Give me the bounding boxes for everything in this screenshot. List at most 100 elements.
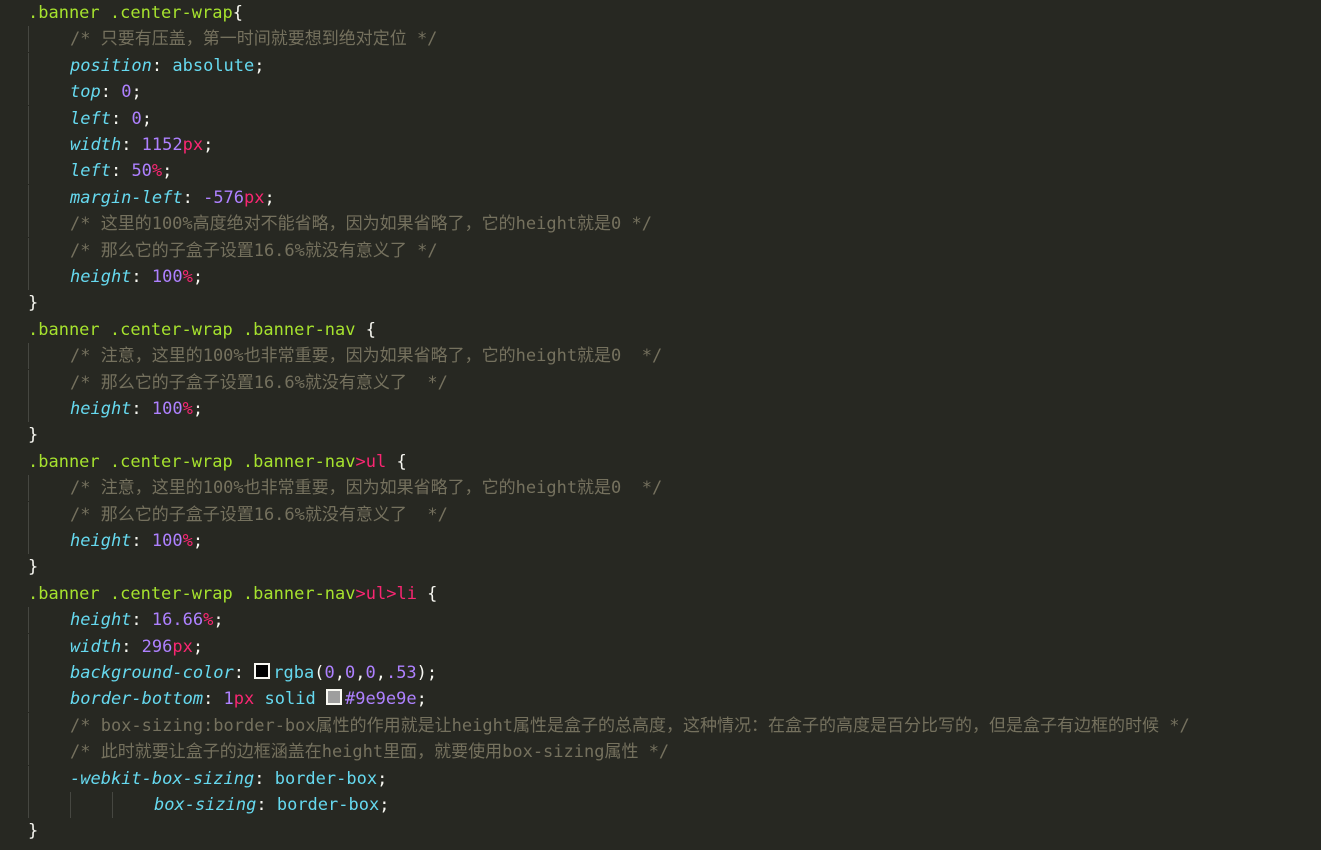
code-text: height: 100%; [70, 396, 203, 422]
code-text: .banner .center-wrap{ [28, 0, 243, 26]
token-num: 50 [131, 161, 152, 182]
token-sel: .banner .center-wrap .banner-nav [28, 583, 356, 604]
indent-guide [28, 105, 29, 132]
code-line: width: 296px; [0, 633, 1321, 660]
token-pn: : [121, 636, 142, 657]
token-prop: -webkit-box-sizing [70, 768, 255, 789]
token-pn: : [110, 108, 132, 129]
code-line: /* 注意，这里的100%也非常重要，因为如果省略了，它的height就是0 *… [0, 343, 1321, 370]
code-text: /* 此时就要让盒子的边框涵盖在height里面，就要使用box-sizing属… [70, 739, 669, 765]
token-pn: { [386, 451, 407, 472]
token-cm: /* 那么它的子盒子设置16.6%就没有意义了 */ [70, 504, 448, 525]
token-prop: height [70, 267, 132, 287]
token-prop: width [70, 135, 122, 155]
token-pn: : [233, 663, 255, 683]
token-kw: border-box [274, 768, 378, 789]
token-pn: ); [416, 663, 438, 683]
token-prop: top [70, 82, 101, 103]
code-text: border-bottom: 1px solid #9e9e9e; [70, 686, 427, 712]
token-prop: height [70, 531, 132, 551]
token-pn: ( [314, 663, 325, 683]
code-text: position: absolute; [70, 53, 265, 79]
token-prop: margin-left [70, 187, 183, 208]
token-pn: : [256, 795, 277, 815]
code-text: height: 100%; [70, 528, 203, 554]
token-pn: ; [141, 108, 152, 129]
code-line: /* 注意，这里的100%也非常重要，因为如果省略了，它的height就是0 *… [0, 475, 1321, 502]
token-pn: ; [213, 610, 224, 631]
token-pn: ; [416, 689, 427, 710]
code-line: -webkit-box-sizing: border-box; [0, 765, 1321, 792]
token-pn: : [131, 399, 152, 419]
indent-guide [112, 792, 113, 818]
code-text: /* 那么它的子盒子设置16.6%就没有意义了 */ [70, 502, 448, 528]
token-pn [316, 689, 326, 709]
code-text: /* 这里的100%高度绝对不能省略，因为如果省略了，它的height就是0 *… [70, 211, 652, 237]
token-pn [254, 689, 264, 709]
token-num: 0 [121, 82, 132, 103]
code-line: width: 1152px; [0, 132, 1321, 158]
token-cm: /* 只要有压盖，第一时间就要想到绝对定位 */ [70, 29, 438, 50]
indent-guide [70, 792, 71, 818]
token-pn: ; [254, 55, 265, 76]
token-num: 100 [151, 531, 183, 551]
indent-guide [28, 396, 29, 422]
token-num: 0 [344, 663, 356, 683]
indent-guide [28, 607, 29, 634]
token-kw: solid [264, 689, 316, 710]
token-kw: rgba [273, 663, 315, 683]
code-text: .banner .center-wrap .banner-nav { [28, 317, 376, 343]
token-prop: left [70, 108, 111, 129]
code-text: } [28, 818, 38, 844]
indent-guide [28, 501, 29, 528]
token-unit: % [182, 399, 193, 419]
indent-guide [28, 264, 29, 290]
code-text: /* box-sizing:border-box属性的作用就是让height属性… [70, 713, 1190, 739]
code-line: box-sizing: border-box; [0, 792, 1321, 818]
code-text: /* 只要有压盖，第一时间就要想到绝对定位 */ [70, 26, 437, 52]
code-text: width: 1152px; [70, 132, 213, 158]
code-line: /* 那么它的子盒子设置16.6%就没有意义了 */ [0, 369, 1321, 396]
token-pn: , [334, 663, 345, 683]
code-editor[interactable]: .banner .center-wrap{ /* 只要有压盖，第一时间就要想到绝对… [0, 0, 1321, 850]
token-pn: } [28, 293, 39, 314]
token-pn: { [232, 3, 243, 23]
indent-guide [28, 792, 29, 818]
token-pn: : [110, 161, 132, 182]
code-line: height: 100%; [0, 264, 1321, 290]
code-text: } [28, 554, 38, 580]
code-line: left: 50%; [0, 158, 1321, 185]
code-line: /* 此时就要让盒子的边框涵盖在height里面，就要使用box-sizing属… [0, 739, 1321, 766]
code-line: height: 100%; [0, 396, 1321, 422]
code-line: .banner .center-wrap{ [0, 0, 1321, 26]
code-line: position: absolute; [0, 52, 1321, 79]
token-num: 296 [141, 636, 173, 657]
token-pn: } [28, 557, 39, 578]
token-cm: /* 注意，这里的100%也非常重要，因为如果省略了，它的height就是0 *… [70, 346, 663, 367]
token-pn: } [28, 821, 39, 842]
indent-guide [28, 52, 29, 79]
token-num: 0 [131, 108, 142, 129]
indent-guide [28, 686, 29, 713]
token-pn: ; [203, 135, 214, 155]
code-text: top: 0; [70, 79, 142, 105]
code-text: background-color: rgba(0,0,0,.53); [70, 660, 437, 686]
token-prop: position [70, 55, 152, 76]
indent-guide [28, 237, 29, 264]
indent-guide [28, 765, 29, 792]
indent-guide [28, 633, 29, 660]
token-pn: ; [379, 795, 390, 815]
token-kw: absolute [172, 55, 255, 76]
token-num: #9e9e9e [344, 689, 417, 710]
code-line: background-color: rgba(0,0,0,.53); [0, 660, 1321, 686]
token-sel: .banner .center-wrap .banner-nav [28, 451, 356, 472]
token-pn: ; [264, 187, 275, 208]
code-line: } [0, 422, 1321, 448]
token-pn: : [131, 531, 152, 551]
token-tag: >ul>li [355, 583, 417, 604]
token-pn: ; [162, 161, 173, 182]
token-num: 1152 [141, 135, 183, 155]
color-swatch [325, 689, 342, 706]
token-cm: /* 此时就要让盒子的边框涵盖在height里面，就要使用box-sizing属… [70, 742, 670, 763]
code-line: .banner .center-wrap .banner-nav>ul { [0, 449, 1321, 475]
